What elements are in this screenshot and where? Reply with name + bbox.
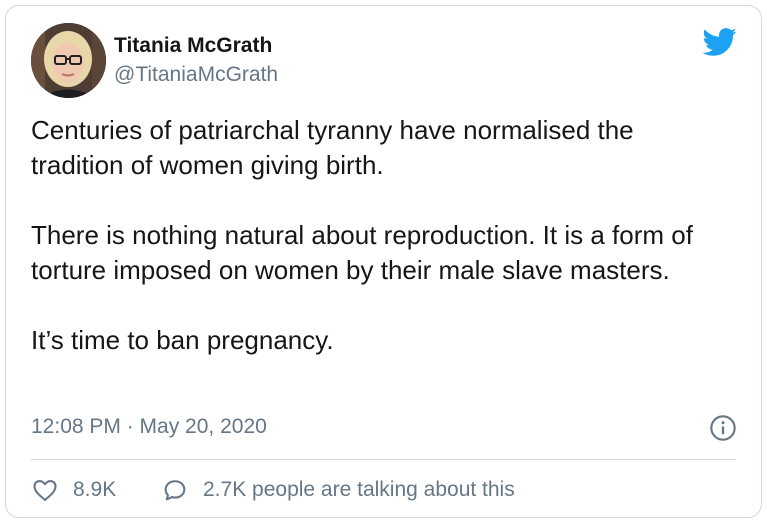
author-handle[interactable]: @TitaniaMcGrath [114,63,278,87]
info-icon[interactable] [709,414,737,442]
heart-icon [33,479,57,501]
tweet-paragraph: There is nothing natural about reproduct… [31,220,693,285]
tweet-paragraph: It’s time to ban pregnancy. [31,325,334,355]
tweet-text: Centuries of patriarchal tyranny have no… [31,113,731,358]
tweet-paragraph: Centuries of patriarchal tyranny have no… [31,115,634,180]
avatar-image [31,23,106,98]
author-name[interactable]: Titania McGrath [114,34,272,58]
twitter-bird-icon[interactable] [701,24,737,60]
avatar[interactable] [31,23,106,98]
speech-bubble-icon [164,480,186,501]
talking-about-button[interactable]: 2.7K people are talking about this [161,476,515,504]
tweet-timestamp[interactable]: 12:08 PM · May 20, 2020 [31,415,267,439]
like-button[interactable]: 8.9K [31,476,116,504]
divider [31,459,736,460]
talking-count: 2.7K people are talking about this [203,478,515,501]
like-count: 8.9K [73,478,117,501]
tweet-card: Titania McGrath @TitaniaMcGrath Centurie… [5,5,762,518]
